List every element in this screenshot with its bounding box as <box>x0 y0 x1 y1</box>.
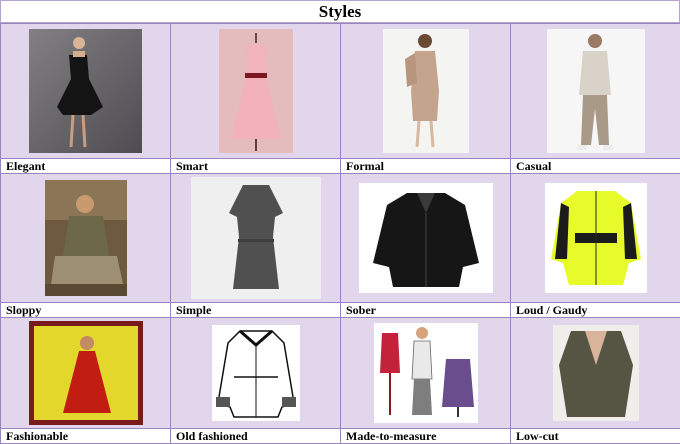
style-cell-elegant: Elegant <box>1 24 171 174</box>
style-image-cell <box>171 174 340 302</box>
styles-row: Sloppy Simple <box>1 174 680 318</box>
style-image-cell <box>511 24 680 158</box>
beige-suit-woman-photo <box>383 29 469 153</box>
styles-row: Elegant Smart <box>1 24 680 174</box>
style-cell-smart: Smart <box>171 24 341 174</box>
red-dress-framed-photo <box>29 321 143 425</box>
low-cut-top-photo <box>553 325 639 421</box>
styles-grid: Elegant Smart <box>0 23 680 444</box>
style-cell-old-fashioned: Old fashioned <box>171 318 341 444</box>
style-image-cell <box>511 174 680 302</box>
style-label: Smart <box>171 158 340 173</box>
fur-trim-coat-sketch <box>212 325 300 421</box>
neon-yellow-jacket-photo <box>545 183 647 293</box>
style-cell-sober: Sober <box>341 174 511 318</box>
style-image-cell <box>171 24 340 158</box>
black-leather-jacket-photo <box>359 183 493 293</box>
style-label: Sober <box>341 302 510 317</box>
pink-dress-on-mannequin-photo <box>219 29 293 153</box>
sloppy-woman-sitting-photo <box>45 180 127 296</box>
style-cell-sloppy: Sloppy <box>1 174 171 318</box>
style-image-cell <box>1 174 170 302</box>
style-cell-made-to-measure: Made-to-measure <box>341 318 511 444</box>
grey-simple-dress-photo <box>191 177 321 299</box>
casual-man-trench-coat-photo <box>547 29 645 153</box>
style-cell-simple: Simple <box>171 174 341 318</box>
black-strapless-dress-photo <box>29 29 142 153</box>
style-image-cell <box>1 24 170 158</box>
sheet-title: Styles <box>0 1 680 23</box>
style-label: Elegant <box>1 158 170 173</box>
style-image-cell <box>341 24 510 158</box>
style-label: Sloppy <box>1 302 170 317</box>
style-cell-low-cut: Low-cut <box>511 318 680 444</box>
style-image-cell <box>1 318 170 428</box>
style-label: Loud / Gaudy <box>511 302 680 317</box>
style-image-cell <box>341 318 510 428</box>
style-label: Simple <box>171 302 340 317</box>
style-cell-loud-gaudy: Loud / Gaudy <box>511 174 680 318</box>
style-image-cell <box>171 318 340 428</box>
style-image-cell <box>341 174 510 302</box>
styles-row: Fashionable Old fashioned <box>1 318 680 444</box>
style-cell-formal: Formal <box>341 24 511 174</box>
style-label: Formal <box>341 158 510 173</box>
style-cell-fashionable: Fashionable <box>1 318 171 444</box>
style-label: Casual <box>511 158 680 173</box>
style-image-cell <box>511 318 680 428</box>
style-cell-casual: Casual <box>511 24 680 174</box>
tailor-mannequins-illustration <box>374 323 478 423</box>
styles-sheet: Styles Elegant <box>0 0 680 441</box>
